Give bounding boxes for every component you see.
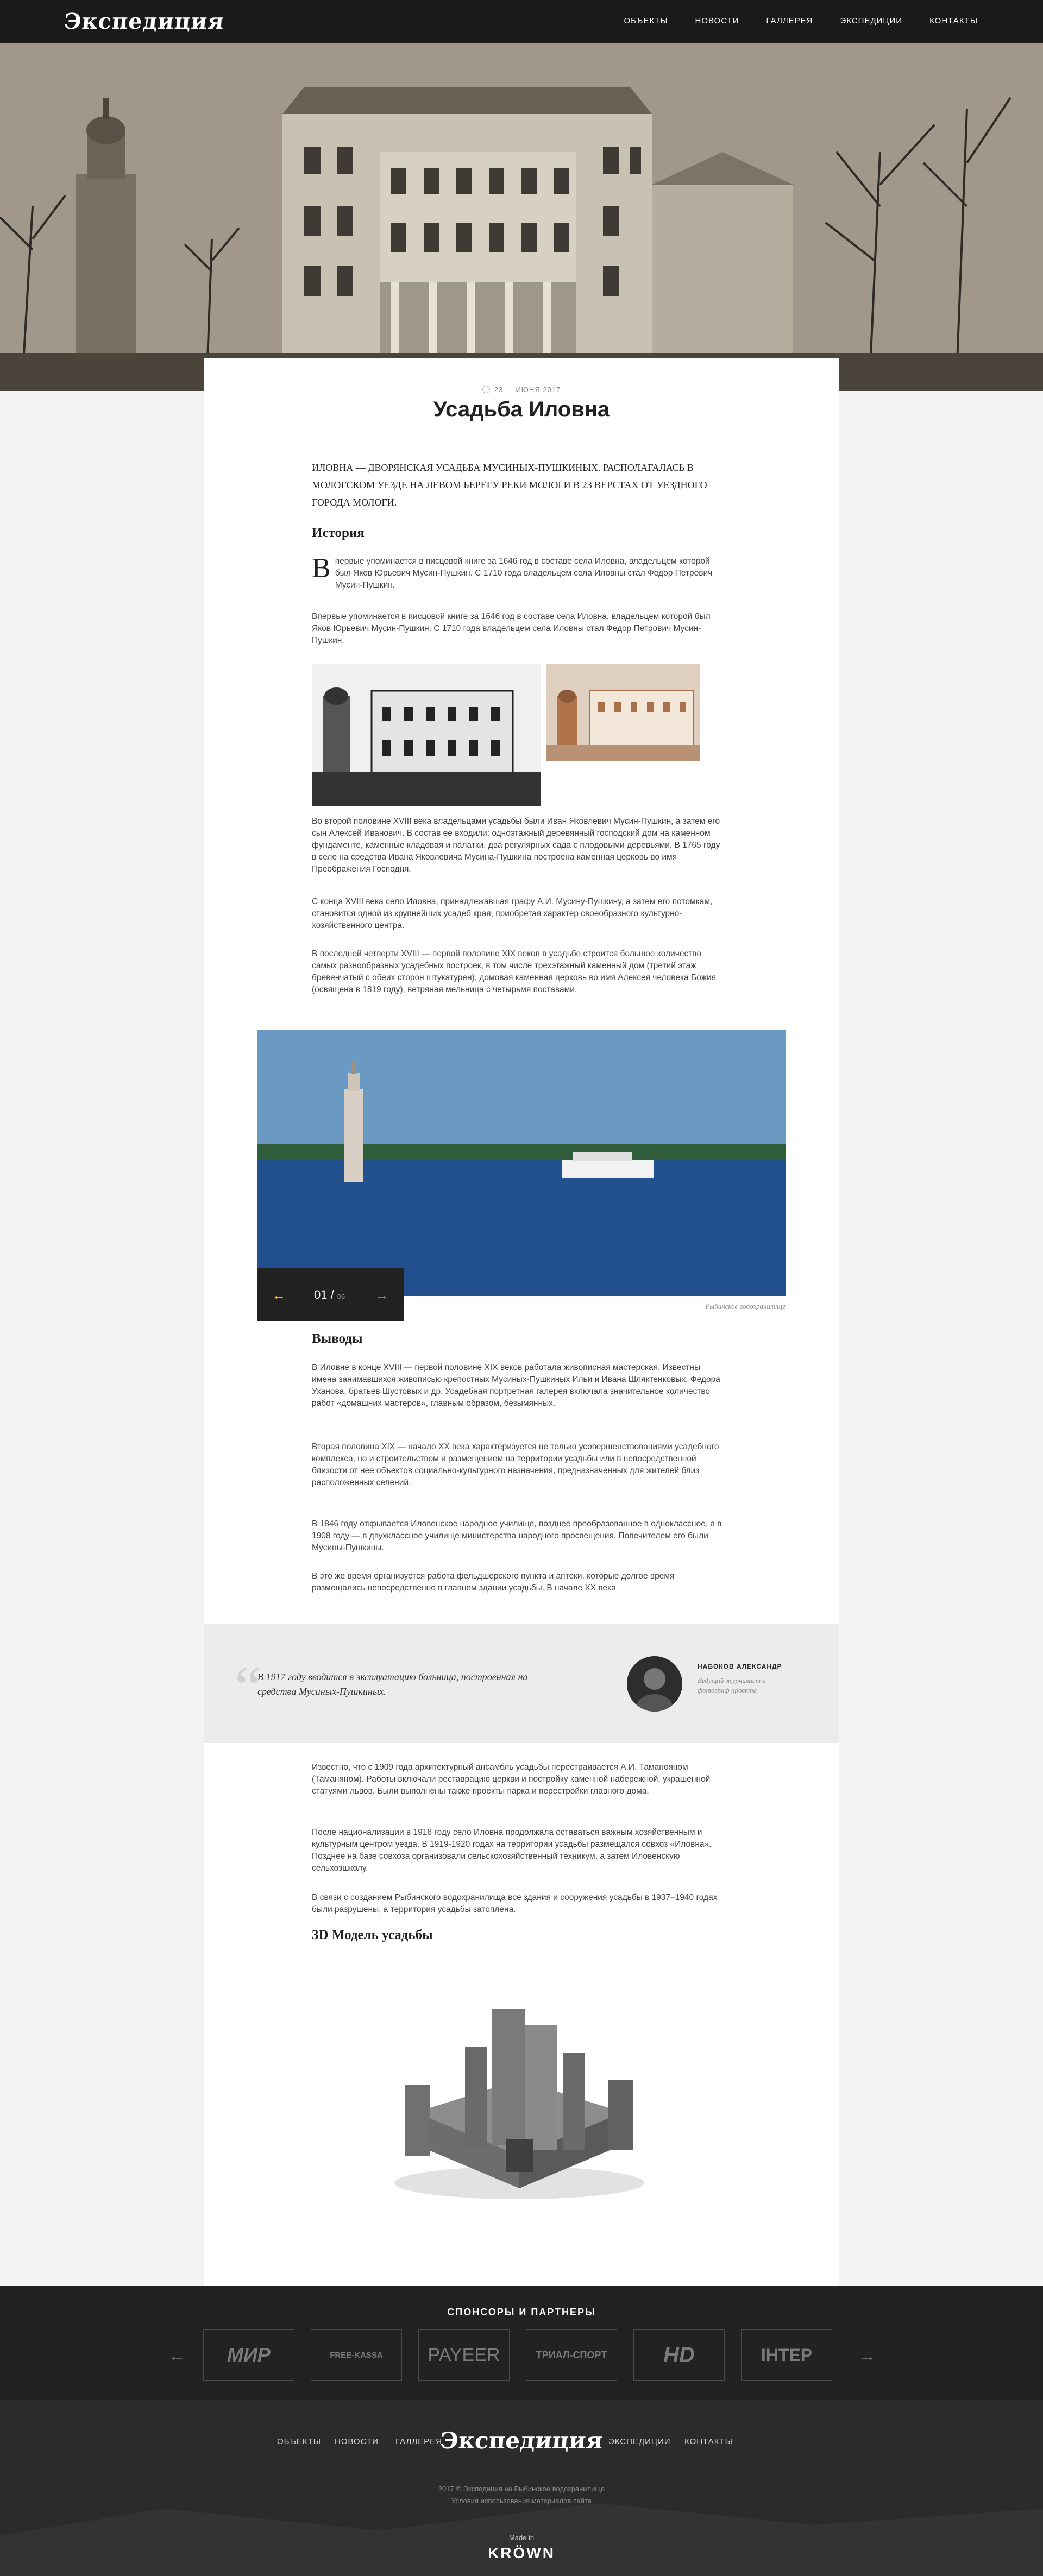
- slider-current: 01 /: [314, 1288, 334, 1302]
- footer-nav-contacts[interactable]: КОНТАКТЫ: [684, 2437, 733, 2446]
- history-paragraph-5: В последней четверти XVIII — первой поло…: [312, 949, 717, 994]
- image-slider[interactable]: [257, 1030, 786, 1296]
- after-paragraph-1: Известно, что с 1909 года архитектурный …: [312, 1763, 711, 1796]
- castle-3d-model[interactable]: [384, 1987, 655, 2205]
- article-card: 23 — ИЮНЯ 2017 Усадьба Иловна Иловна — д…: [204, 358, 839, 2286]
- quote-text: В 1917 году вводится в эксплуатацию боль…: [257, 1671, 528, 1697]
- history-paragraph-2: Впервые упоминается в писцовой книге за …: [312, 612, 711, 645]
- slider-prev-arrow-icon[interactable]: ←: [272, 1287, 286, 1304]
- quote-author: НАБОКОВ АЛЕКСАНДР: [698, 1663, 782, 1670]
- slider-controls: ← 01 / 06 →: [257, 1268, 404, 1321]
- slider-total: 06: [337, 1292, 345, 1300]
- quote-block: “ В 1917 году вводится в эксплуатацию бо…: [204, 1624, 839, 1743]
- nav-gallery[interactable]: ГАЛЛЕРЕЯ: [766, 16, 813, 26]
- article-title: Усадьба Иловна: [433, 397, 610, 421]
- sponsor-logos: МИР FREE-KASSA PAYEER ТРИАЛ-СПОРТ HD ІНТ…: [203, 2329, 832, 2381]
- article-date: 23 — ИЮНЯ 2017: [204, 386, 839, 394]
- article-lead: Иловна — дворянская усадьба Мусиных-Пушк…: [312, 462, 707, 508]
- conclusions-paragraph-2: Вторая половина XIX — начало XX века хар…: [312, 1442, 719, 1487]
- copyright: 2017 © Экспедиция на Рыбинское водохрани…: [438, 2485, 605, 2493]
- nav-objects[interactable]: ОБЪЕКТЫ: [624, 16, 668, 26]
- sponsor-trial-sport[interactable]: ТРИАЛ-СПОРТ: [526, 2329, 617, 2381]
- conclusions-paragraph-1: В Иловне в конце XVIII — первой половине…: [312, 1363, 720, 1408]
- nav-contacts[interactable]: КОНТАКТЫ: [929, 16, 978, 26]
- history-paragraph-4: С конца XVIII века село Иловна, принадле…: [312, 897, 713, 930]
- made-in-label: Made in: [508, 2534, 535, 2542]
- main-nav: ОБЪЕКТЫ НОВОСТИ ГАЛЛЕРЕЯ ЭКСПЕДИЦИИ КОНТ…: [624, 16, 978, 26]
- date-text: 23 — ИЮНЯ 2017: [494, 386, 561, 394]
- hero-image: [0, 43, 1043, 391]
- manor-photo-sepia[interactable]: [546, 664, 700, 761]
- after-paragraph-3: В связи с созданием Рыбинского водохрани…: [312, 1893, 718, 1914]
- history-paragraph-3: Во второй половине XVIII века владельцам…: [312, 817, 720, 874]
- sponsors-prev-arrow-icon[interactable]: ←: [168, 2346, 186, 2366]
- after-paragraph-2: После национализации в 1918 году село Ил…: [312, 1828, 712, 1873]
- sponsor-mir[interactable]: МИР: [203, 2329, 294, 2381]
- site-logo[interactable]: Экспедиция: [63, 9, 225, 34]
- sponsor-payeer[interactable]: PAYEER: [418, 2329, 510, 2381]
- sponsor-free-kassa[interactable]: FREE-KASSA: [311, 2329, 402, 2381]
- sponsors-next-arrow-icon[interactable]: →: [858, 2346, 876, 2366]
- footer-nav-expeditions[interactable]: ЭКСПЕДИЦИИ: [608, 2437, 671, 2446]
- conclusions-paragraph-4: В это же время организуется работа фельд…: [312, 1571, 675, 1593]
- conclusions-heading: Выводы: [312, 1331, 363, 1346]
- clock-icon: [482, 386, 490, 393]
- slider-counter: 01 / 06: [314, 1288, 345, 1302]
- sponsor-hd[interactable]: HD: [633, 2329, 725, 2381]
- conclusions-paragraph-3: В 1846 году открывается Иловенское народ…: [312, 1519, 722, 1552]
- history-paragraph-1: Впервые упоминается в писцовой книге за …: [312, 553, 725, 591]
- author-avatar: [627, 1656, 682, 1712]
- site-footer: ОБЪЕКТЫ НОВОСТИ ГАЛЛЕРЕЯ Экспедиция ЭКСП…: [0, 2400, 1043, 2576]
- drop-cap: В: [312, 553, 331, 584]
- history-paragraph-1-text: первые упоминается в писцовой книге за 1…: [335, 557, 713, 590]
- slider-caption: Рыбинское водохранилище: [705, 1302, 786, 1310]
- sponsor-inter[interactable]: ІНТЕР: [741, 2329, 832, 2381]
- nav-expeditions[interactable]: ЭКСПЕДИЦИИ: [840, 16, 903, 26]
- quote-author-role: Ведущий журналист и фотограф проекта: [698, 1676, 766, 1694]
- manor-photo-bw[interactable]: [312, 664, 541, 806]
- model-heading: 3D Модель усадьбы: [312, 1928, 433, 1942]
- terms-link[interactable]: Условия использования материалов сайта: [0, 2497, 1043, 2505]
- slider-next-arrow-icon[interactable]: →: [375, 1287, 389, 1304]
- footer-logo[interactable]: Экспедиция: [0, 2427, 1043, 2454]
- nav-news[interactable]: НОВОСТИ: [695, 16, 739, 26]
- top-navbar: Экспедиция ОБЪЕКТЫ НОВОСТИ ГАЛЛЕРЕЯ ЭКСП…: [0, 0, 1043, 43]
- sponsors-section: СПОНСОРЫ И ПАРТНЕРЫ ← МИР FREE-KASSA PAY…: [0, 2286, 1043, 2400]
- history-heading: История: [312, 526, 365, 540]
- sponsors-title: СПОНСОРЫ И ПАРТНЕРЫ: [447, 2307, 596, 2318]
- studio-logo[interactable]: KRÖWN: [0, 2545, 1043, 2562]
